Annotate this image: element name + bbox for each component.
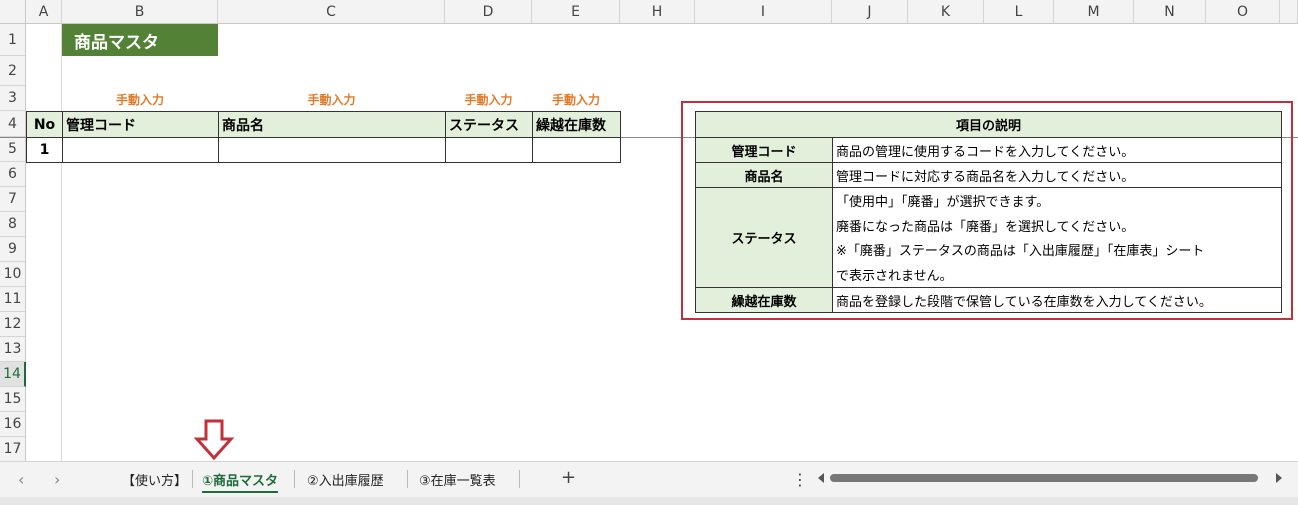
desc-status-line-2: 廃番になった商品は「廃番」を選択してください。	[836, 219, 1135, 235]
column-header-k[interactable]: K	[908, 0, 984, 24]
horizontal-scrollbar-thumb[interactable]	[830, 474, 1258, 482]
row1-stock-cell[interactable]	[532, 137, 621, 163]
row-header-3[interactable]: 3	[0, 86, 26, 111]
column-header-h[interactable]: H	[620, 0, 695, 24]
desc-status-line-1: 「使用中」「廃番」が選択できます。	[836, 194, 1050, 210]
tab-product-master[interactable]: ①商品マスタ	[202, 470, 279, 493]
desc-text-stock[interactable]: 商品を登録した段階で保管している在庫数を入力してください。	[832, 287, 1282, 313]
manual-input-label-b: 手動入力	[115, 92, 164, 107]
tab-separator	[294, 470, 295, 488]
desc-text-name[interactable]: 管理コードに対応する商品名を入力してください。	[832, 162, 1282, 188]
row-header-12[interactable]: 12	[0, 312, 26, 337]
desc-status-line-3: ※「廃番」ステータスの商品は「入出庫履歴」「在庫表」シート	[836, 244, 1205, 260]
header-no[interactable]: No	[26, 111, 63, 138]
column-header-partial[interactable]	[1280, 0, 1298, 24]
row-header-4[interactable]: 4	[0, 111, 26, 137]
scroll-right-icon[interactable]	[1276, 473, 1282, 483]
column-header-o[interactable]: O	[1206, 0, 1280, 24]
add-sheet-icon[interactable]: +	[561, 467, 576, 488]
status-strip	[0, 497, 1298, 505]
row1-no[interactable]: 1	[26, 137, 63, 163]
column-header-l[interactable]: L	[984, 0, 1054, 24]
tab-separator	[192, 470, 193, 488]
header-stock[interactable]: 繰越在庫数	[532, 111, 621, 138]
desc-label-name[interactable]: 商品名	[695, 162, 833, 188]
row-header-9[interactable]: 9	[0, 237, 26, 262]
row-header-13[interactable]: 13	[0, 337, 26, 362]
manual-input-label-e: 手動入力	[551, 92, 600, 107]
column-header-a[interactable]: A	[26, 0, 62, 24]
next-sheet-icon[interactable]: ›	[54, 470, 60, 489]
row-header-11[interactable]: 11	[0, 287, 26, 312]
row-header-2[interactable]: 2	[0, 56, 26, 86]
row-header-5[interactable]: 5	[0, 137, 26, 162]
sheet-title[interactable]: 商品マスタ	[62, 24, 218, 56]
more-options-icon[interactable]: ⋮	[792, 470, 808, 489]
tab-separator	[519, 470, 520, 488]
column-header-c[interactable]: C	[218, 0, 445, 24]
desc-text-status[interactable]: 「使用中」「廃番」が選択できます。 廃番になった商品は「廃番」を選択してください…	[832, 187, 1282, 288]
row-header-14[interactable]: 14	[0, 362, 26, 387]
header-code[interactable]: 管理コード	[62, 111, 219, 138]
manual-input-label-d: 手動入力	[464, 92, 513, 107]
desc-label-code[interactable]: 管理コード	[695, 137, 833, 163]
prev-sheet-icon[interactable]: ‹	[18, 470, 24, 489]
column-header-m[interactable]: M	[1054, 0, 1134, 24]
column-header-j[interactable]: J	[832, 0, 908, 24]
manual-input-label-c: 手動入力	[307, 92, 356, 107]
desc-text-code[interactable]: 商品の管理に使用するコードを入力してください。	[832, 137, 1282, 163]
select-all-corner[interactable]	[0, 0, 26, 24]
row1-status-cell[interactable]	[445, 137, 533, 163]
row1-name-cell[interactable]	[218, 137, 446, 163]
row-header-7[interactable]: 7	[0, 187, 26, 212]
tab-stock-list[interactable]: ③在庫一覧表	[419, 470, 496, 489]
column-header-i[interactable]: I	[695, 0, 832, 24]
row-header-8[interactable]: 8	[0, 212, 26, 237]
row-header-15[interactable]: 15	[0, 387, 26, 412]
column-header-e[interactable]: E	[532, 0, 620, 24]
tab-usage[interactable]: 【使い方】	[122, 470, 187, 489]
sheet-tab-bar: ‹ › 【使い方】 ①商品マスタ ②入出庫履歴 ③在庫一覧表 + ⋮	[0, 461, 1298, 497]
desc-status-line-4: で表示されません。	[836, 269, 953, 285]
row1-code-cell[interactable]	[62, 137, 219, 163]
header-status[interactable]: ステータス	[445, 111, 533, 138]
desc-label-stock[interactable]: 繰越在庫数	[695, 287, 833, 313]
scroll-left-icon[interactable]	[818, 473, 824, 483]
row-header-1[interactable]: 1	[0, 24, 26, 56]
description-header[interactable]: 項目の説明	[695, 111, 1282, 138]
tab-separator	[407, 470, 408, 488]
header-name[interactable]: 商品名	[218, 111, 446, 138]
row-header-17[interactable]: 17	[0, 437, 26, 461]
spreadsheet-grid[interactable]: A B C D E H I J K L M N O 1 2 3 4 5 6 7 …	[0, 0, 1298, 461]
tab-stock-history[interactable]: ②入出庫履歴	[307, 470, 384, 489]
row-header-10[interactable]: 10	[0, 262, 26, 287]
column-header-n[interactable]: N	[1134, 0, 1206, 24]
column-header-d[interactable]: D	[445, 0, 532, 24]
row-header-6[interactable]: 6	[0, 162, 26, 187]
row-header-16[interactable]: 16	[0, 412, 26, 437]
arrow-down-icon	[194, 419, 234, 461]
column-header-b[interactable]: B	[62, 0, 218, 24]
desc-label-status[interactable]: ステータス	[695, 187, 833, 288]
